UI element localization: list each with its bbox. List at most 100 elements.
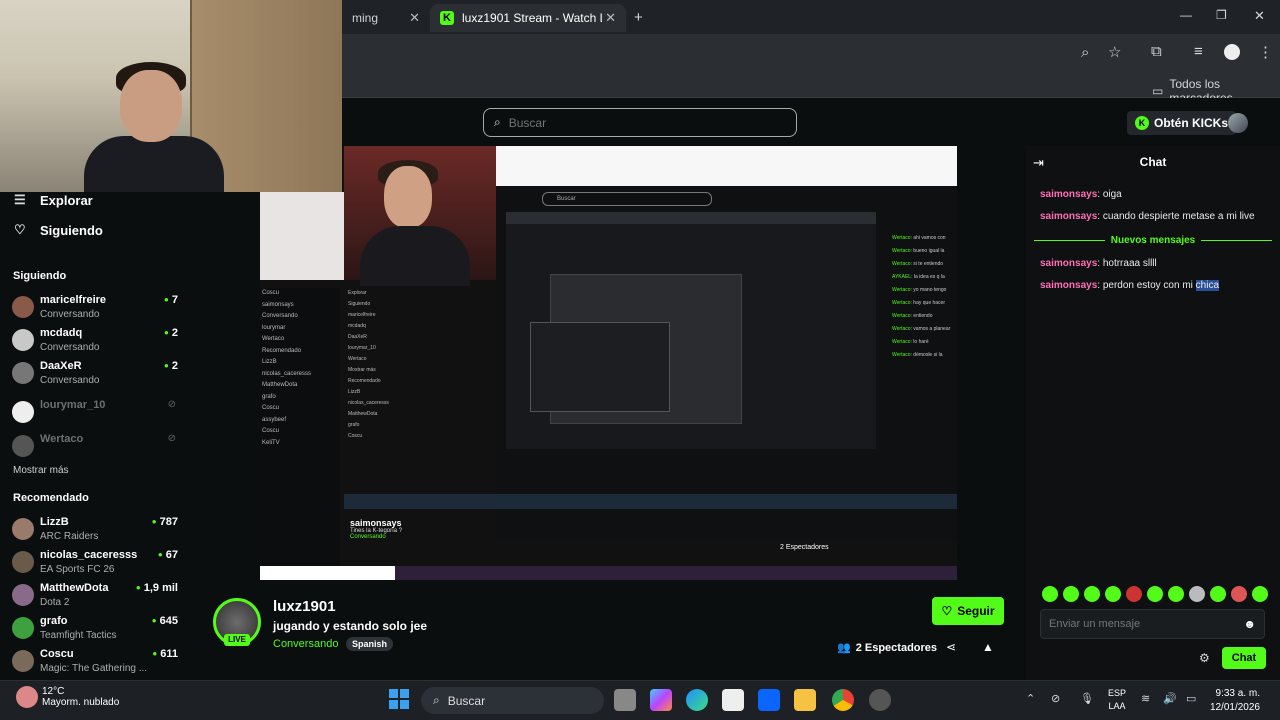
emote-icon[interactable] — [1063, 586, 1079, 602]
channel-item-offline[interactable]: Wertaco ⊘ — [12, 431, 182, 464]
collapse-chat-icon[interactable]: ⇥ — [1033, 155, 1044, 171]
taskbar-clock[interactable]: 9:33 a. m. 12/01/2026 — [1188, 687, 1260, 715]
channel-item-offline[interactable]: lourymar_10 ⊘ — [12, 397, 182, 430]
chevron-up-icon[interactable]: ⌃ — [1026, 692, 1035, 705]
channel-item[interactable]: LizzB ARC Raiders 787 — [12, 514, 182, 547]
avatar — [12, 401, 34, 423]
emote-icon[interactable] — [1042, 586, 1058, 602]
settings-app-icon[interactable] — [869, 689, 891, 711]
channel-item[interactable]: grafo Teamfight Tactics 645 — [12, 613, 182, 646]
volume-icon[interactable]: 🔊 — [1163, 692, 1177, 705]
maximize-icon[interactable]: ❐ — [1216, 8, 1227, 22]
clock-time: 9:33 a. m. — [1215, 688, 1260, 699]
video-player[interactable]: Buscar Wertaco: ahi vamos con Wertaco: b… — [260, 146, 957, 580]
share-icon[interactable]: ⋖ — [946, 640, 956, 654]
channel-name: grafo — [40, 615, 68, 627]
tab-previous[interactable]: ming ✕ — [342, 4, 430, 32]
extensions-icon[interactable]: ⧉ — [1151, 43, 1162, 60]
search-icon: ⌕ — [433, 693, 440, 707]
channel-name: DaaXeR — [40, 360, 82, 372]
close-tab-icon[interactable]: ✕ — [605, 10, 616, 26]
channel-category: Conversando — [40, 309, 100, 320]
search-bar[interactable]: ⌕ — [483, 108, 797, 137]
new-tab-icon[interactable]: + — [634, 9, 643, 26]
copilot-icon[interactable] — [650, 689, 672, 711]
channel-item[interactable]: MatthewDota Dota 2 1,9 mil — [12, 580, 182, 613]
taskbar-search[interactable]: ⌕ Buscar — [421, 687, 604, 714]
windows-start-icon[interactable] — [389, 689, 409, 709]
user-avatar[interactable] — [1228, 113, 1248, 133]
emote-icon[interactable] — [1084, 586, 1100, 602]
report-icon[interactable]: ▲ — [982, 640, 994, 654]
chat-message: saimonsays: hotrraaa sllll — [1040, 258, 1157, 269]
emote-icon[interactable] — [1147, 586, 1163, 602]
emoji-icon[interactable]: ☻ — [1243, 617, 1256, 631]
emote-icon[interactable] — [1231, 586, 1247, 602]
store-icon[interactable] — [722, 689, 744, 711]
emote-icon[interactable] — [1168, 586, 1184, 602]
search-icon: ⌕ — [494, 115, 501, 129]
tab-label: luxz1901 Stream - Watch Live o — [462, 11, 602, 25]
chat-input[interactable] — [1049, 618, 1244, 630]
chat-username[interactable]: saimonsays — [1040, 189, 1097, 200]
send-chat-button[interactable]: Chat — [1222, 647, 1266, 669]
emote-icon[interactable] — [1210, 586, 1226, 602]
language-indicator[interactable]: ESP LAA — [1107, 687, 1127, 713]
microphone-icon[interactable]: 🎙 — [1080, 692, 1094, 705]
bookmark-star-icon[interactable]: ☆ — [1108, 43, 1121, 61]
file-explorer-icon[interactable] — [794, 689, 816, 711]
sidebar-item-siguiendo[interactable]: ♡ Siguiendo — [14, 222, 103, 238]
zoom-icon[interactable]: ⌕ — [1081, 44, 1089, 61]
folder-icon: ▭ — [1152, 84, 1164, 98]
close-window-icon[interactable]: ✕ — [1254, 8, 1265, 24]
edge-icon[interactable] — [686, 689, 708, 711]
streamer-name[interactable]: luxz1901 — [273, 598, 336, 615]
channel-item[interactable]: maricelfreire Conversando 7 — [12, 292, 182, 325]
language-tag[interactable]: Spanish — [346, 637, 394, 651]
network-off-icon[interactable]: ⊘ — [1051, 692, 1060, 705]
search-input[interactable] — [508, 115, 769, 130]
profile-icon[interactable] — [1224, 44, 1240, 60]
weather-widget[interactable]: 12°C Mayorm. nublado — [42, 686, 119, 708]
tab-kick-stream[interactable]: K luxz1901 Stream - Watch Live o ✕ — [430, 4, 626, 32]
channel-item[interactable]: Coscu Magic: The Gathering ... 611 — [12, 646, 182, 679]
minimize-icon[interactable]: — — [1180, 8, 1192, 22]
emote-icon[interactable] — [1126, 586, 1142, 602]
chat-username[interactable]: saimonsays — [1040, 258, 1097, 269]
gear-icon[interactable]: ⚙ — [1199, 651, 1210, 665]
stream-category[interactable]: Conversando — [273, 638, 338, 650]
emote-icon[interactable] — [1105, 586, 1121, 602]
chat-message: saimonsays: perdon estoy con mi chica — [1040, 280, 1220, 291]
chat-text: hotrraaa sllll — [1102, 258, 1157, 269]
channel-item[interactable]: DaaXeR Conversando 2 — [12, 358, 182, 391]
channel-category: Magic: The Gathering ... — [40, 663, 148, 674]
media-icon[interactable]: ≡ — [1194, 43, 1203, 60]
inner-sidebar: Coscu saimonsays Conversando lourymar Wertac… — [260, 288, 340, 580]
task-view-icon[interactable] — [614, 689, 636, 711]
dropbox-icon[interactable] — [758, 689, 780, 711]
channel-item[interactable]: mcdadq Conversando 2 — [12, 325, 182, 358]
chat-input-box[interactable]: ☻ — [1040, 609, 1265, 639]
follow-button[interactable]: ♡ Seguir — [932, 597, 1004, 625]
emote-icon[interactable] — [1252, 586, 1268, 602]
get-kicks-button[interactable]: K Obtén KICKs — [1127, 111, 1237, 135]
show-more-link[interactable]: Mostrar más — [13, 465, 69, 476]
channel-name: Coscu — [40, 648, 74, 660]
emote-icon[interactable] — [1189, 586, 1205, 602]
channel-name: maricelfreire — [40, 294, 107, 306]
menu-icon[interactable]: ⋮ — [1258, 43, 1273, 61]
chat-username[interactable]: saimonsays — [1040, 280, 1097, 291]
close-tab-icon[interactable]: ✕ — [409, 10, 420, 26]
inner-windows-taskbar — [260, 566, 957, 580]
wifi-icon[interactable]: ≋ — [1141, 692, 1150, 705]
chat-username[interactable]: saimonsays — [1040, 211, 1097, 222]
channel-item[interactable]: nicolas_caceresss EA Sports FC 26 67 — [12, 547, 182, 580]
inner-streamer-name: saimonsays — [350, 518, 402, 528]
nav-label: Explorar — [40, 192, 93, 208]
weather-desc: Mayorm. nublado — [42, 697, 120, 708]
chat-text: cuando despierte metase a mi live — [1102, 211, 1255, 222]
inner-chat: Wertaco: ahi vamos con Wertaco: bueno ig… — [892, 235, 951, 358]
sidebar-item-explorar[interactable]: ☰ Explorar — [14, 192, 93, 208]
chrome-icon[interactable] — [832, 689, 854, 711]
viewer-count: 67 — [158, 549, 178, 561]
